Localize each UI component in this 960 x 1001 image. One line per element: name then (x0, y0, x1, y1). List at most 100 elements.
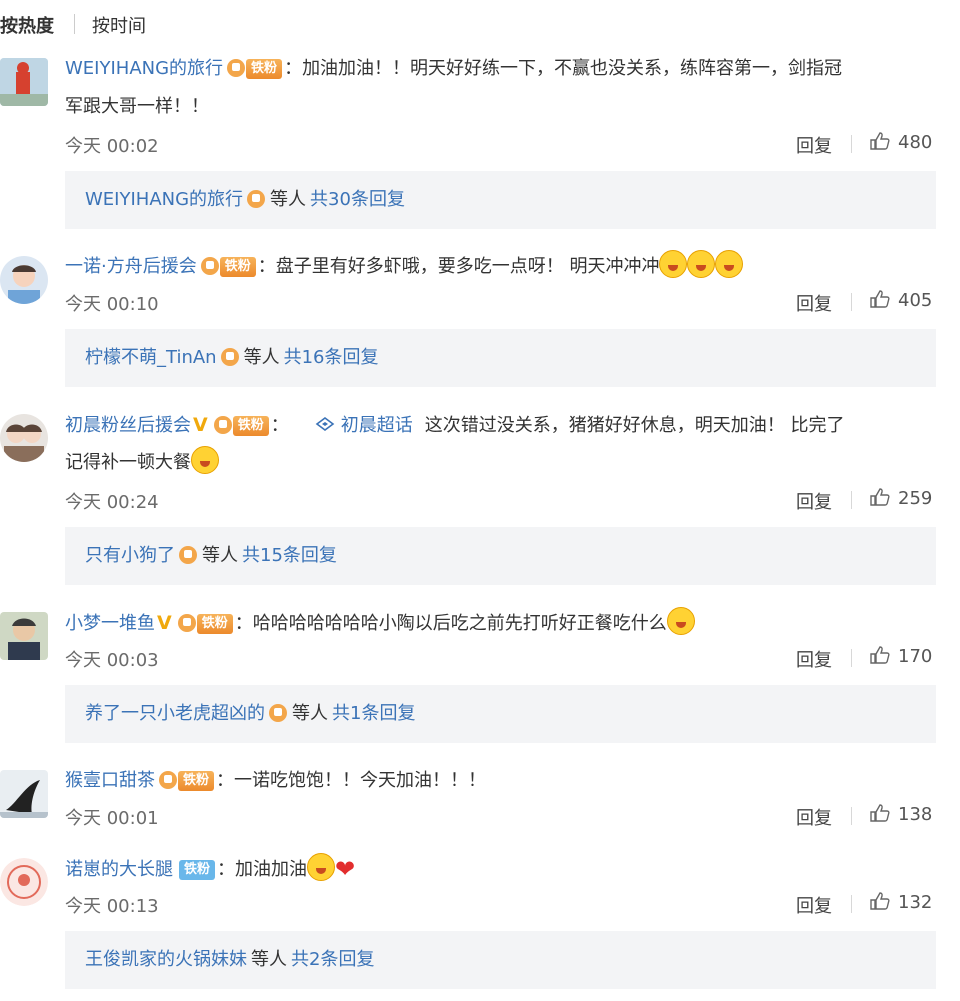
comment-text-cont: 记得补一顿大餐 (65, 452, 191, 473)
avatar-image-icon (0, 256, 48, 304)
comment-text: 哈哈哈哈哈哈哈小陶以后吃之前先打听好正餐吃什么 (252, 613, 667, 634)
reply-count-link[interactable]: 共1条回复 (332, 703, 415, 724)
reply-button[interactable]: 回复 (796, 646, 832, 672)
reply-button[interactable]: 回复 (796, 892, 832, 918)
reply-others-label: 等人 (270, 189, 307, 210)
like-count: 405 (898, 290, 933, 311)
avatar[interactable] (0, 414, 48, 462)
reply-count-link[interactable]: 共16条回复 (284, 347, 379, 368)
crown-badge-icon (247, 190, 266, 208)
like-button[interactable]: 132 (870, 892, 932, 913)
reply-username[interactable]: 养了一只小老虎超凶的 (85, 703, 265, 724)
comment-line: 初晨粉丝后援会 V 铁粉：初晨超话 这次错过没关系，猪猪好好休息，明天加油！ 比完了 (65, 414, 845, 436)
cheer-emoji-icon (659, 250, 688, 278)
like-count: 259 (898, 488, 933, 509)
reply-username[interactable]: 只有小狗了 (85, 545, 175, 566)
reply-others-label: 等人 (292, 703, 328, 724)
comment-username[interactable]: 诺崽的大长腿 (65, 859, 173, 880)
avatar[interactable] (0, 256, 48, 304)
reply-summary[interactable]: 柠檬不萌_TinAn 等人 共16条回复 (65, 329, 936, 387)
crown-badge-icon (177, 614, 196, 632)
comment-time: 今天 00:13 (65, 896, 159, 917)
cheer-emoji-icon (307, 853, 336, 881)
action-divider (851, 807, 852, 825)
avatar[interactable] (0, 612, 48, 660)
comment-text: 一诺吃饱饱！！今天加油！！！ (234, 770, 487, 791)
comment-username[interactable]: 初晨粉丝后援会 (65, 415, 191, 436)
like-button[interactable]: 480 (870, 132, 932, 153)
comment-text-cont: 军跟大哥一样！！ (65, 96, 209, 117)
action-divider (851, 135, 852, 153)
crown-badge-icon (213, 416, 232, 434)
topic-label: 初晨超话 (340, 415, 413, 436)
crown-badge-icon (179, 546, 197, 564)
like-button[interactable]: 138 (870, 804, 932, 825)
sort-divider (74, 14, 75, 34)
comment-time: 今天 00:24 (65, 492, 159, 513)
comment-line: 一诺·方舟后援会 铁粉 ：盘子里有好多虾哦，要多吃一点呀！ 明天冲冲冲 (65, 250, 744, 284)
comment-text: 加油加油 (235, 859, 308, 880)
comment-username[interactable]: 一诺·方舟后援会 (65, 256, 197, 277)
reply-button[interactable]: 回复 (796, 488, 832, 514)
reply-username[interactable]: WEIYIHANG的旅行 (85, 189, 243, 210)
fan-badge: 铁粉 (232, 416, 269, 436)
avatar[interactable] (0, 770, 48, 818)
reply-summary[interactable]: 王俊凯家的火锅妹妹 等人 共2条回复 (65, 931, 936, 989)
thumb-up-icon (870, 646, 890, 664)
sort-bar: 按热度 按时间 (0, 0, 960, 48)
yummy-emoji-icon (191, 446, 219, 474)
avatar-image-icon (0, 414, 48, 462)
comment-username[interactable]: 猴壹口甜茶 (65, 770, 155, 791)
fan-badge: 铁粉 (178, 771, 215, 791)
thumb-up-icon (870, 132, 890, 150)
avatar-image-icon (0, 612, 48, 660)
reply-count-link[interactable]: 共15条回复 (242, 545, 337, 566)
comment-username[interactable]: WEIYIHANG的旅行 (65, 58, 223, 79)
crown-badge-icon (227, 59, 246, 77)
reply-others-label: 等人 (243, 347, 280, 368)
crown-badge-icon (200, 257, 219, 275)
like-count: 480 (898, 132, 933, 153)
like-button[interactable]: 259 (870, 488, 932, 509)
comment-text: 加油加油！！明天好好练一下，不赢也没关系，练阵容第一，剑指冠 (302, 58, 843, 79)
comment-time: 今天 00:03 (65, 650, 159, 671)
avatar[interactable] (0, 58, 48, 106)
comment-text: 盘子里有好多虾哦，要多吃一点呀！ 明天冲冲冲 (275, 256, 660, 277)
sort-by-hot-tab[interactable]: 按热度 (0, 12, 54, 38)
cheer-emoji-icon (715, 250, 744, 278)
thumb-up-icon (870, 290, 890, 308)
avatar-image-icon (0, 770, 48, 818)
reply-button[interactable]: 回复 (796, 132, 832, 158)
reply-count-link[interactable]: 共30条回复 (310, 189, 405, 210)
comment-line: WEIYIHANG的旅行 铁粉 ：加油加油！！明天好好练一下，不赢也没关系，练阵容第… (65, 58, 843, 79)
like-button[interactable]: 405 (870, 290, 932, 311)
thumb-up-icon (870, 804, 890, 822)
reply-summary[interactable]: 养了一只小老虎超凶的 等人 共1条回复 (65, 685, 936, 743)
sort-by-time-tab[interactable]: 按时间 (92, 12, 146, 38)
thumb-up-icon (870, 488, 890, 506)
like-count: 170 (898, 646, 933, 667)
topic-link[interactable]: 初晨超话 (315, 415, 413, 436)
comment-username[interactable]: 小梦一堆鱼 (65, 613, 155, 634)
cheer-emoji-icon (687, 250, 716, 278)
reply-button[interactable]: 回复 (796, 804, 832, 830)
reply-summary[interactable]: 只有小狗了 等人 共15条回复 (65, 527, 936, 585)
reply-username[interactable]: 柠檬不萌_TinAn (85, 347, 217, 368)
like-button[interactable]: 170 (870, 646, 932, 667)
reply-button[interactable]: 回复 (796, 290, 832, 316)
crown-badge-icon (159, 771, 177, 789)
comment-text: 这次错过没关系，猪猪好好休息，明天加油！ 比完了 (424, 415, 845, 436)
comment-line: 诺崽的大长腿 铁粉 ：加油加油 ❤ (65, 853, 356, 883)
reply-summary[interactable]: WEIYIHANG的旅行 等人 共30条回复 (65, 171, 936, 229)
reply-username[interactable]: 王俊凯家的火锅妹妹 (85, 949, 247, 970)
thumb-up-icon (870, 892, 890, 910)
comment-time: 今天 00:10 (65, 294, 159, 315)
heart-icon: ❤ (335, 855, 356, 883)
comment-time: 今天 00:02 (65, 136, 159, 157)
comment-line: 小梦一堆鱼 V 铁粉 ：哈哈哈哈哈哈哈小陶以后吃之前先打听好正餐吃什么 (65, 606, 695, 641)
comment-line: 军跟大哥一样！！ (65, 90, 209, 124)
avatar-image-icon (0, 858, 48, 906)
avatar[interactable] (0, 858, 48, 906)
topic-diamond-icon (315, 417, 335, 431)
reply-count-link[interactable]: 共2条回复 (291, 949, 374, 970)
